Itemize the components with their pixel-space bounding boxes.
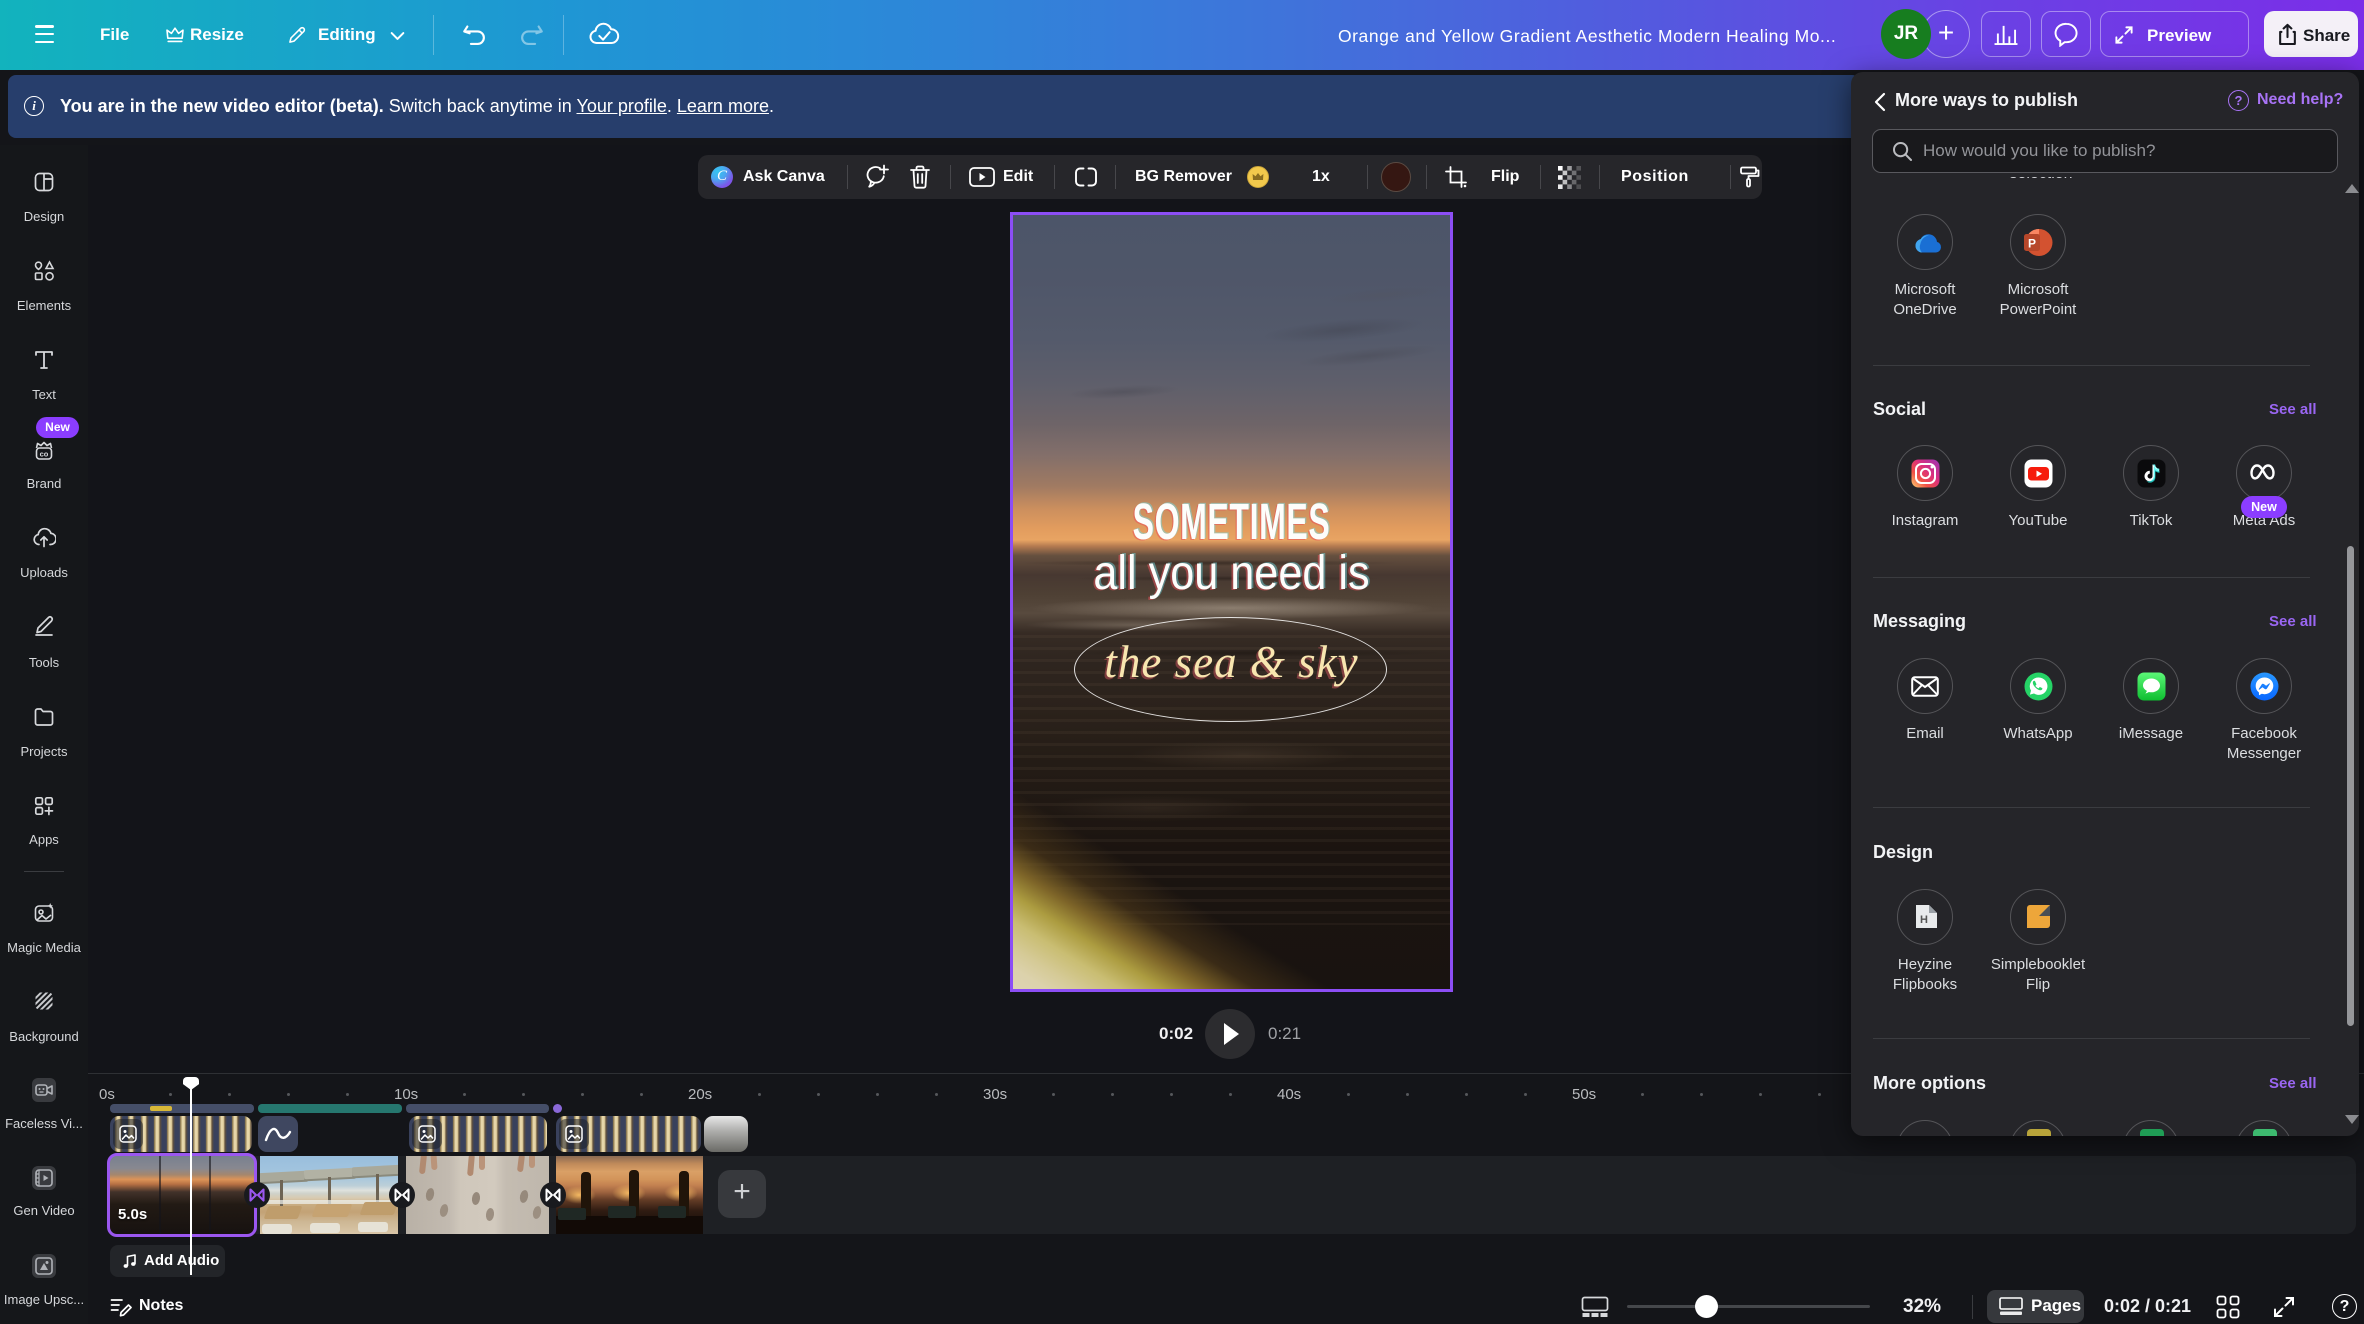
svg-text:P: P: [2028, 237, 2036, 251]
svg-text:co: co: [40, 449, 49, 458]
svg-text:H: H: [1920, 914, 1928, 926]
